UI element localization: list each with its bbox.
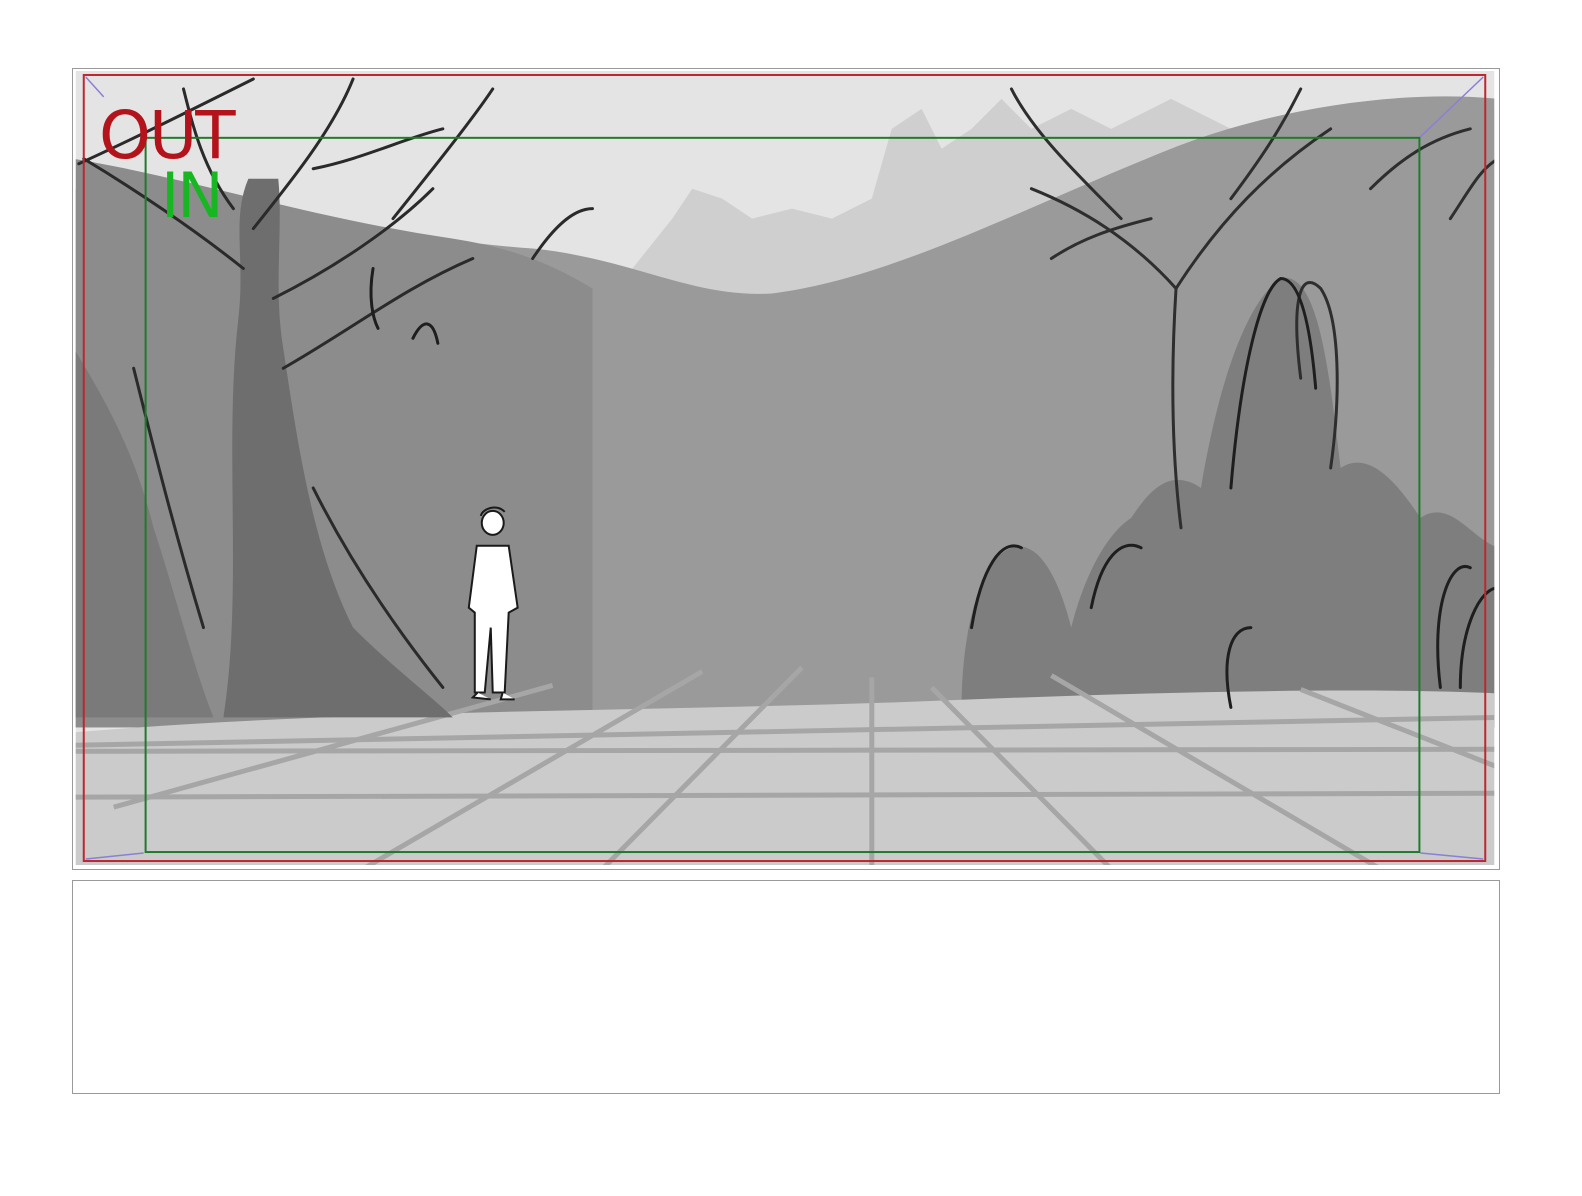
in-label: IN xyxy=(161,159,224,232)
panel-drawing xyxy=(75,70,1495,866)
panel-notes-box[interactable] xyxy=(72,880,1500,1094)
storyboard-panel[interactable]: OUT IN xyxy=(72,68,1500,870)
